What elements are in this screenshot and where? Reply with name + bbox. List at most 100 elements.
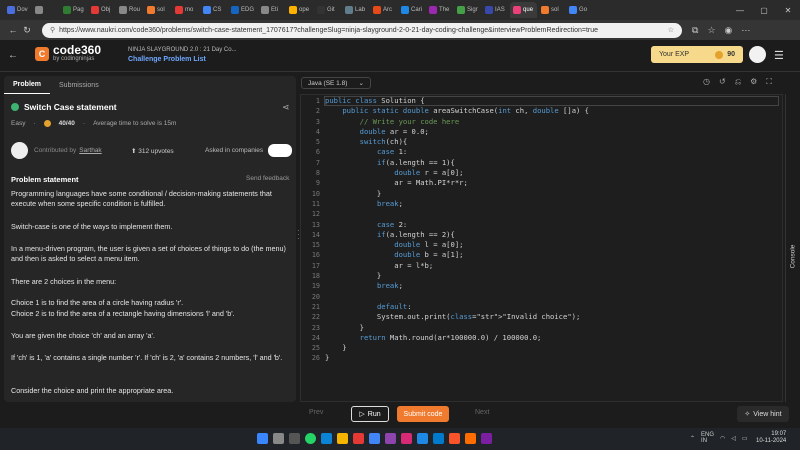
browser-tab[interactable]: Cari — [398, 2, 425, 18]
browser-tab[interactable]: que — [510, 2, 538, 18]
site-info-icon[interactable]: ⚲ — [50, 26, 55, 34]
submit-button[interactable]: Submit code — [397, 406, 449, 422]
browser-tab[interactable]: Rou — [116, 2, 143, 18]
task-view-icon[interactable] — [289, 433, 300, 444]
console-toggle[interactable]: Console — [789, 245, 796, 269]
bookmarks-icon[interactable]: ☆ — [707, 25, 715, 36]
next-button[interactable]: Next — [475, 409, 489, 416]
code-line: public class Solution { — [325, 96, 425, 105]
app-icon[interactable] — [481, 433, 492, 444]
minimize-icon[interactable]: — — [728, 6, 752, 15]
send-feedback-link[interactable]: Send feedback — [246, 175, 289, 182]
tab-favicon-icon — [289, 6, 298, 14]
browser-tab[interactable]: Dov — [4, 2, 31, 18]
code-line: break; — [376, 281, 403, 291]
run-button[interactable]: ▷ Run — [351, 406, 389, 422]
code-line: ar = l*b; — [325, 260, 434, 270]
browser-tab[interactable]: sol — [538, 2, 565, 18]
chrome-icon[interactable] — [369, 433, 380, 444]
challenge-problem-list-link[interactable]: Challenge Problem List — [128, 56, 206, 63]
windows-start-icon[interactable] — [257, 433, 268, 444]
tab-label: Lab — [355, 7, 366, 13]
browser-tab[interactable]: Git — [314, 2, 341, 18]
browser-tab[interactable]: mo — [172, 2, 199, 18]
maximize-icon[interactable]: ▢ — [752, 6, 776, 15]
prev-button[interactable]: Prev — [309, 409, 323, 416]
line-number: 6 — [315, 148, 320, 157]
profile-icon[interactable]: ◉ — [725, 25, 733, 36]
browser-tab[interactable] — [32, 2, 59, 18]
contributor-link[interactable]: Sarthak — [79, 147, 101, 154]
reset-icon[interactable]: ↺ — [719, 77, 726, 87]
edge-icon[interactable] — [321, 433, 332, 444]
brave-icon[interactable] — [449, 433, 460, 444]
browser-tab[interactable]: sol — [144, 2, 171, 18]
browser-tab[interactable]: Pag — [60, 2, 87, 18]
close-icon[interactable]: ✕ — [776, 6, 800, 15]
view-hint-button[interactable]: ✧ View hint — [737, 406, 789, 422]
solved-check-icon — [11, 103, 19, 111]
browser-tab[interactable]: Arc — [370, 2, 397, 18]
code-line: default: — [376, 301, 412, 311]
code-line: double r = a[0]; — [394, 168, 464, 178]
volume-icon[interactable]: ◁ — [731, 435, 736, 442]
browser-tab[interactable]: Go — [566, 2, 593, 18]
url-field[interactable]: ⚲ https://www.naukri.com/code360/problem… — [42, 22, 682, 38]
upvote-button[interactable]: ⬆ 312 upvotes — [131, 147, 174, 155]
company-logo[interactable] — [268, 144, 292, 157]
browser-tab[interactable]: CS — [200, 2, 227, 18]
tab-label: que — [523, 7, 534, 13]
browser-menu-icon[interactable]: ⋯ — [741, 25, 750, 36]
user-avatar[interactable] — [749, 46, 766, 63]
code-line: } — [325, 353, 330, 363]
tab-favicon-icon — [485, 6, 494, 14]
input-language[interactable]: ENG IN — [701, 432, 714, 444]
extensions-icon[interactable]: ⧉ — [692, 25, 698, 36]
vscode-icon[interactable] — [433, 433, 444, 444]
browser-tab[interactable]: ope — [286, 2, 313, 18]
tab-problem[interactable]: Problem — [4, 76, 51, 94]
undo-icon[interactable]: ⎌ — [735, 77, 741, 87]
browser-tab[interactable]: IAS — [482, 2, 509, 18]
tab-submissions[interactable]: Submissions — [50, 76, 108, 94]
battery-icon[interactable]: ▭ — [742, 435, 748, 442]
back-icon[interactable]: ← — [6, 25, 20, 35]
browser-tab[interactable]: Obj — [88, 2, 115, 18]
fullscreen-icon[interactable]: ⛶ — [766, 77, 772, 87]
browser-tab[interactable]: Eti — [258, 2, 285, 18]
whatsapp-icon[interactable] — [305, 433, 316, 444]
wifi-icon[interactable]: ◠ — [720, 435, 725, 442]
search-icon[interactable] — [273, 433, 284, 444]
language-select[interactable]: Java (SE 1.8) ⌄ — [301, 77, 371, 89]
share-icon[interactable]: ⋖ — [282, 102, 290, 113]
instagram-icon[interactable] — [401, 433, 412, 444]
app-icon[interactable] — [465, 433, 476, 444]
browser-tab[interactable]: Sigr — [454, 2, 481, 18]
refresh-icon[interactable]: ↻ — [20, 25, 34, 36]
code-line: if(a.length == 1){ — [376, 157, 455, 167]
office-icon[interactable] — [353, 433, 364, 444]
tab-favicon-icon — [63, 6, 71, 14]
bookmark-star-icon[interactable]: ☆ — [668, 26, 674, 34]
file-explorer-icon[interactable] — [337, 433, 348, 444]
browser-tab[interactable]: Lab — [342, 2, 369, 18]
taskbar-clock[interactable]: 19:07 10-11-2024 — [756, 431, 786, 445]
tab-favicon-icon — [119, 6, 127, 14]
tab-label: IAS — [495, 7, 505, 13]
timer-icon[interactable]: ◷ — [703, 77, 710, 87]
contributed-label: Contributed by — [34, 147, 77, 154]
browser-tab[interactable]: The — [426, 2, 453, 18]
chevron-up-icon[interactable]: ⌃ — [690, 435, 695, 442]
settings-icon[interactable]: ⚙ — [750, 77, 757, 87]
line-number: 24 — [311, 333, 320, 342]
browser-tab[interactable]: EDG — [228, 2, 257, 18]
code-content[interactable]: public class Solution { public static do… — [325, 96, 589, 364]
hamburger-menu-icon[interactable]: ☰ — [774, 49, 784, 62]
back-arrow-icon[interactable]: ← — [8, 50, 18, 61]
code-line: public static double areaSwitchCase(int … — [342, 106, 590, 116]
code360-logo[interactable]: C code360 by codingninjas — [35, 44, 101, 62]
app-icon[interactable] — [385, 433, 396, 444]
store-icon[interactable] — [417, 433, 428, 444]
time: 19:07 — [771, 431, 787, 437]
